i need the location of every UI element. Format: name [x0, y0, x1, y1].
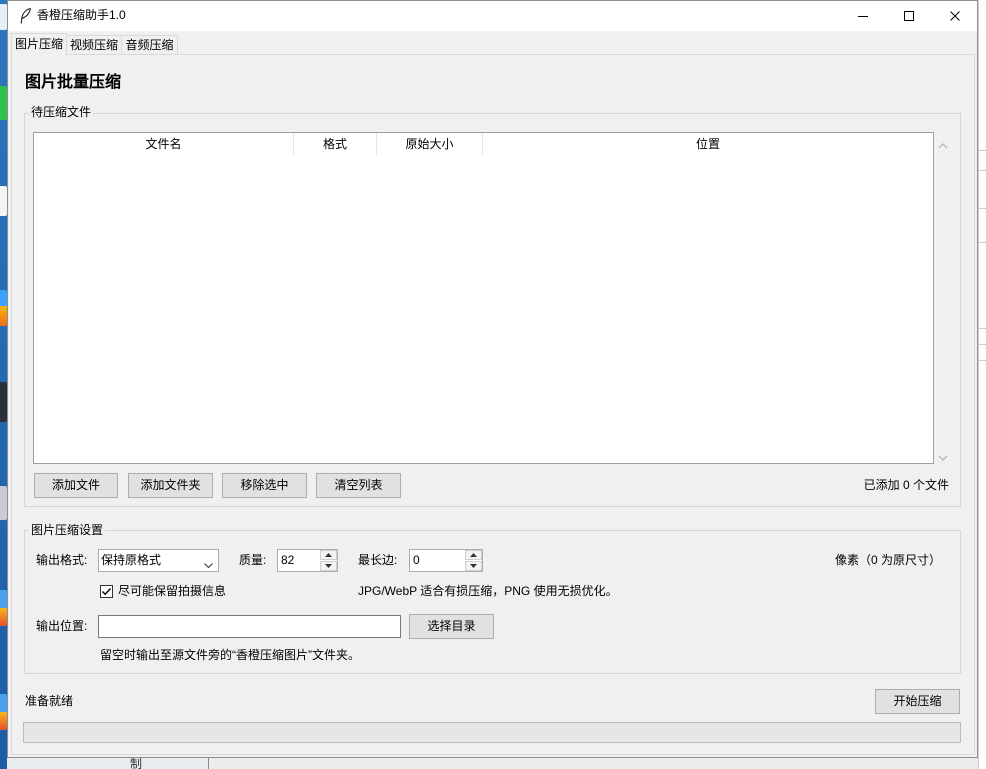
background-window-line [979, 170, 986, 171]
tab-video-compress[interactable]: 视频压缩 [66, 35, 122, 55]
add-folder-button[interactable]: 添加文件夹 [128, 473, 213, 498]
file-count-text: 已添加 0 个文件 [863, 478, 949, 492]
background-window-line [979, 328, 986, 329]
spin-down-icon [470, 564, 477, 568]
spin-buttons [320, 550, 337, 571]
max-side-value: 0 [413, 553, 420, 567]
column-header-location[interactable]: 位置 [483, 133, 933, 155]
max-side-spinbox[interactable]: 0 [409, 549, 483, 572]
chevron-up-icon-graphic [938, 143, 948, 149]
page-title: 图片批量压缩 [25, 74, 122, 91]
file-list-scrollbar[interactable] [935, 132, 951, 464]
quality-label: 质量: [239, 553, 267, 567]
desktop-left-edge [0, 0, 7, 769]
close-button[interactable] [932, 1, 977, 30]
minimize-icon [858, 15, 868, 17]
remove-selected-button[interactable]: 移除选中 [222, 473, 307, 498]
keep-exif-checkbox[interactable] [100, 585, 113, 598]
background-window-line [979, 208, 986, 209]
desktop-icon-fragment [0, 694, 7, 730]
output-format-value: 保持原格式 [101, 553, 162, 567]
quality-value: 82 [281, 553, 295, 567]
desktop-bottom-area [7, 758, 208, 769]
max-side-increment-button[interactable] [465, 550, 482, 560]
background-window-edge [978, 0, 986, 769]
desktop-icon-fragment [0, 382, 7, 422]
output-location-label: 输出位置: [36, 619, 88, 633]
feather-icon [19, 7, 32, 24]
max-side-label: 最长边: [358, 553, 398, 567]
clear-list-button[interactable]: 清空列表 [316, 473, 401, 498]
output-format-label: 输出格式: [36, 553, 88, 567]
image-tab-panel: 图片批量压缩 待压缩文件 文件名 格式 原始大小 位置 添加文件 添加文件夹 移… [11, 54, 975, 755]
file-list-table[interactable]: 文件名 格式 原始大小 位置 [33, 132, 934, 464]
background-window-line [979, 344, 986, 345]
background-window-bottom [208, 758, 978, 769]
chevron-down-icon[interactable] [938, 451, 948, 461]
minimize-button[interactable] [840, 1, 886, 30]
group-title: 待压缩文件 [29, 104, 94, 120]
start-compress-button[interactable]: 开始压缩 [875, 689, 960, 714]
window-title: 香橙压缩助手1.0 [37, 8, 126, 22]
max-side-unit-text: 像素（0 为原尺寸） [834, 553, 941, 567]
column-header-format[interactable]: 格式 [294, 133, 377, 155]
output-format-select[interactable]: 保持原格式 [98, 549, 219, 572]
format-hint-text: JPG/WebP 适合有损压缩，PNG 使用无损优化。 [358, 584, 618, 598]
background-window-line [979, 242, 986, 243]
desktop-icon-fragment [0, 290, 7, 326]
title-bar[interactable]: 香橙压缩助手1.0 [7, 0, 978, 31]
tab-audio-compress[interactable]: 音频压缩 [121, 35, 178, 55]
quality-increment-button[interactable] [320, 550, 337, 560]
output-location-field[interactable] [98, 615, 401, 638]
feather-icon-graphic [20, 7, 32, 24]
checkmark-icon [102, 588, 112, 596]
quality-spinbox[interactable]: 82 [277, 549, 338, 572]
progress-bar [23, 722, 961, 743]
spin-up-icon [325, 553, 332, 557]
chevron-down-icon[interactable] [204, 558, 213, 569]
desktop-icon-fragment [0, 486, 7, 520]
spin-up-icon [470, 553, 477, 557]
choose-directory-button[interactable]: 选择目录 [409, 614, 494, 639]
spin-down-icon [325, 564, 332, 568]
tab-image-compress[interactable]: 图片压缩 [11, 33, 67, 56]
table-header: 文件名 格式 原始大小 位置 [34, 133, 933, 155]
group-title: 图片压缩设置 [29, 522, 106, 538]
desktop-icon-fragment [0, 86, 7, 120]
output-location-hint: 留空时输出至源文件旁的“香橙压缩图片”文件夹。 [100, 648, 360, 662]
app-window: 香橙压缩助手1.0 图片压缩 视频压缩 音频压缩 图片批量压缩 待压缩文件 文件… [7, 0, 978, 758]
status-text: 准备就绪 [25, 694, 74, 708]
close-icon [949, 10, 960, 21]
background-window-line [979, 360, 986, 361]
chevron-up-icon[interactable] [938, 138, 948, 149]
compression-settings-group: 图片压缩设置 输出格式: 保持原格式 质量: 82 最长边: 0 像素（0 为原… [24, 522, 961, 674]
spin-buttons [465, 550, 482, 571]
table-body[interactable] [34, 155, 933, 463]
column-header-original-size[interactable]: 原始大小 [377, 133, 483, 155]
desktop-icon-fragment [0, 186, 7, 216]
column-header-filename[interactable]: 文件名 [34, 133, 294, 155]
maximize-icon [904, 10, 914, 21]
add-files-button[interactable]: 添加文件 [34, 473, 118, 498]
quality-decrement-button[interactable] [320, 561, 337, 571]
chevron-down-icon-graphic [204, 563, 213, 569]
desktop-icon-label: 制 [130, 757, 143, 769]
keep-exif-label[interactable]: 尽可能保留拍摄信息 [118, 583, 226, 599]
max-side-decrement-button[interactable] [465, 561, 482, 571]
chevron-down-icon-graphic [938, 455, 948, 461]
desktop-icon-fragment [0, 4, 7, 30]
desktop-icon-fragment [0, 590, 7, 626]
background-window-line [979, 150, 986, 151]
maximize-button[interactable] [886, 1, 932, 30]
pending-files-group: 待压缩文件 文件名 格式 原始大小 位置 添加文件 添加文件夹 移除选中 清空列… [24, 104, 961, 507]
